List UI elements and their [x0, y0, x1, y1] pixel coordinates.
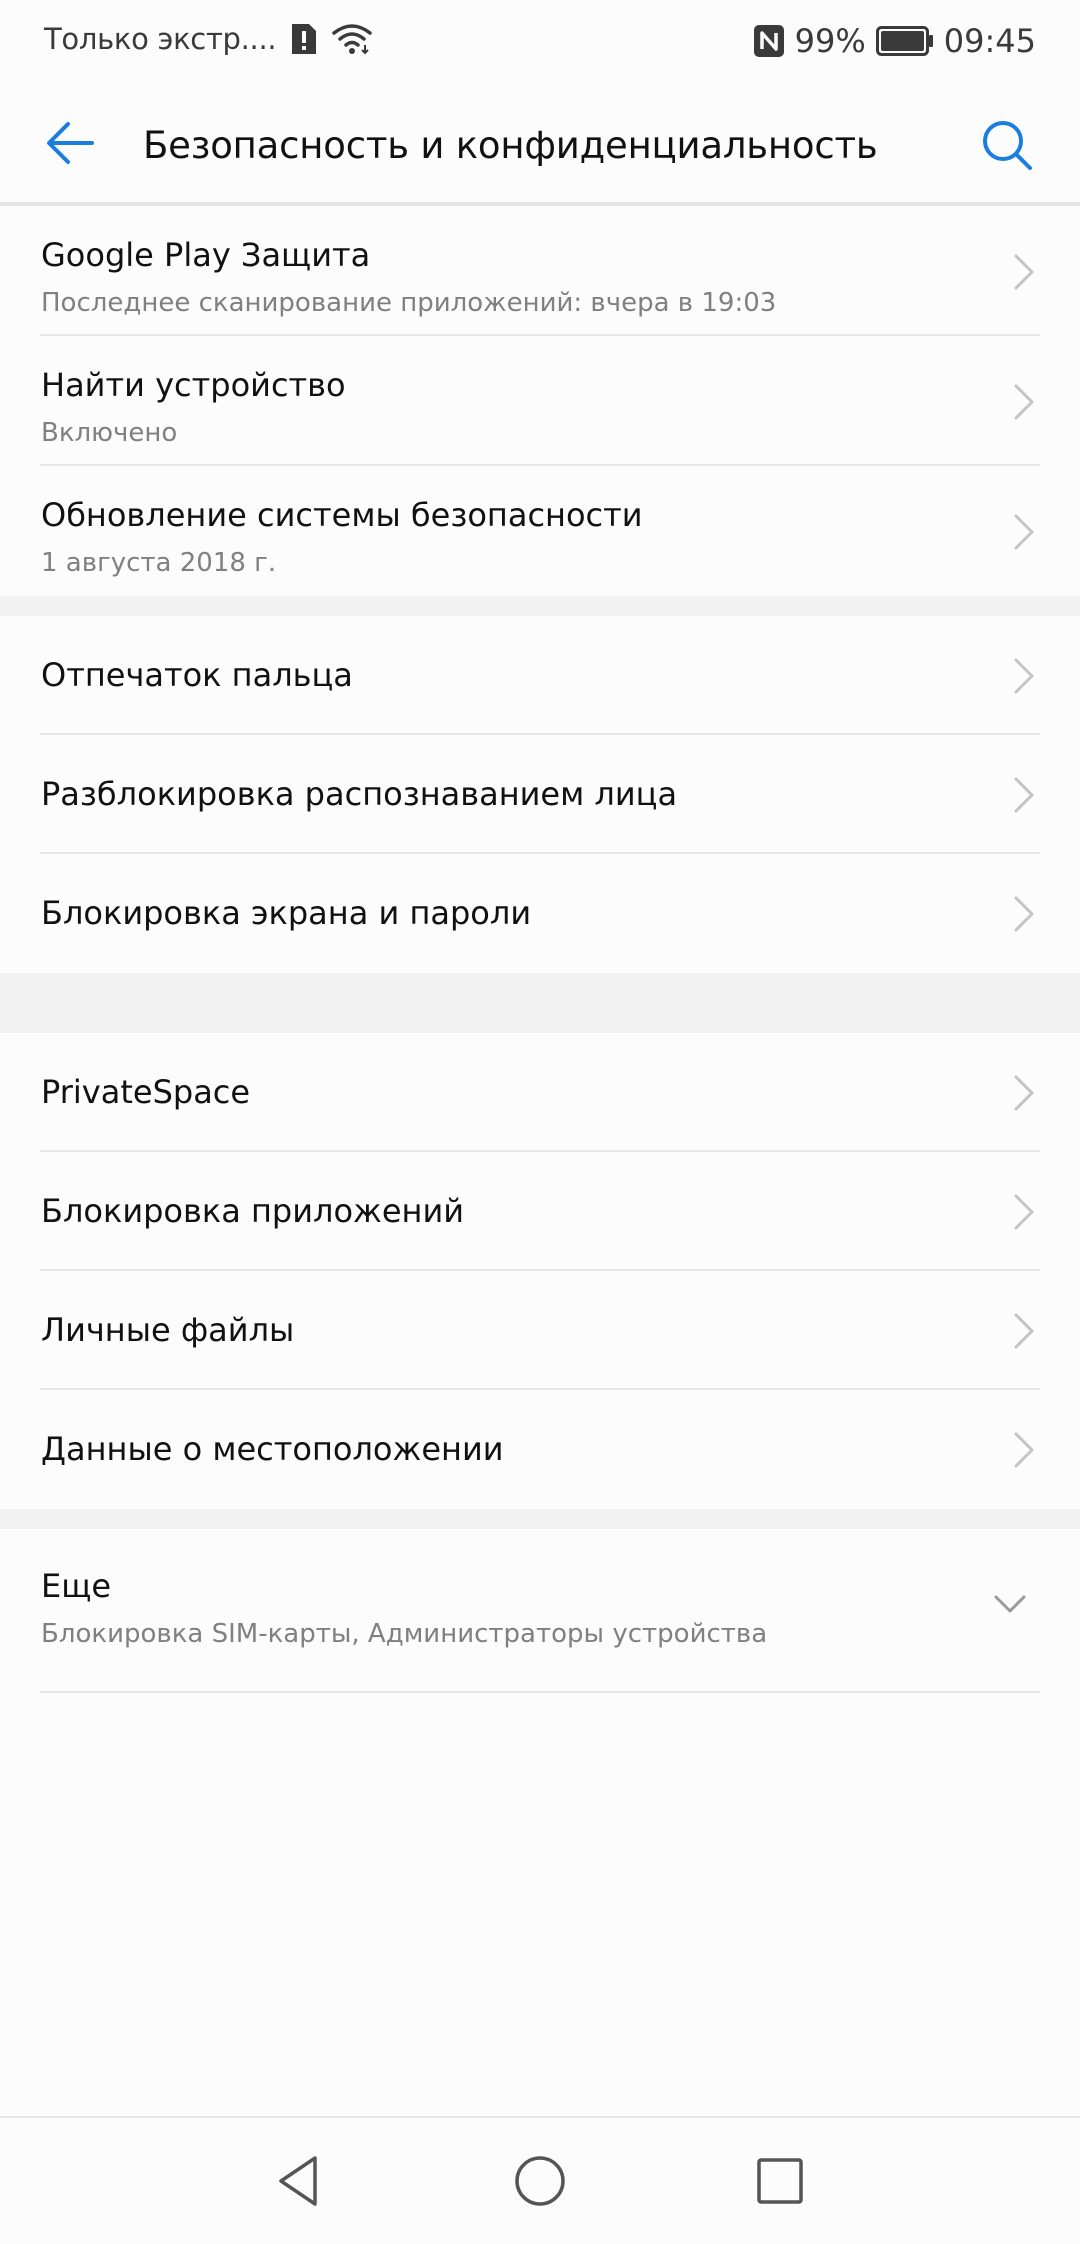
- search-icon: [983, 121, 1032, 170]
- triangle-back-icon: [279, 2156, 317, 2206]
- chevron-right-icon: [1014, 896, 1034, 932]
- nfc-icon: [753, 24, 785, 58]
- sim-alert-icon: [290, 22, 318, 56]
- item-title: Данные о местоположении: [41, 1430, 504, 1468]
- back-button[interactable]: [40, 110, 106, 176]
- list-item-find-device[interactable]: Найти устройство Включено: [0, 336, 1080, 466]
- divider: [40, 1691, 1040, 1693]
- chevron-right-icon: [1014, 254, 1034, 290]
- chevron-right-icon: [1014, 1432, 1034, 1468]
- search-button[interactable]: [974, 112, 1040, 178]
- clock: 09:45: [943, 22, 1036, 60]
- list-item-app-lock[interactable]: Блокировка приложений: [0, 1152, 1080, 1271]
- list-item-screen-lock[interactable]: Блокировка экрана и пароли: [0, 854, 1080, 973]
- item-subtitle: Включено: [41, 418, 178, 448]
- security-group: Google Play Защита Последнее сканировани…: [0, 206, 1080, 596]
- square-recent-icon: [757, 2158, 803, 2204]
- nav-back-button[interactable]: [265, 2146, 335, 2216]
- arrow-left-icon: [47, 122, 94, 164]
- wifi-icon: [332, 23, 373, 55]
- list-item-face-unlock[interactable]: Разблокировка распознаванием лица: [0, 735, 1080, 854]
- chevron-right-icon: [1014, 777, 1034, 813]
- app-bar: Безопасность и конфиденциальность: [0, 90, 1080, 204]
- section-gap: [0, 973, 1080, 1033]
- list-item-google-play-protect[interactable]: Google Play Защита Последнее сканировани…: [0, 206, 1080, 336]
- item-title: Отпечаток пальца: [41, 656, 353, 694]
- list-item-privatespace[interactable]: PrivateSpace: [0, 1033, 1080, 1152]
- list-item-security-update[interactable]: Обновление системы безопасности 1 август…: [0, 466, 1080, 596]
- item-subtitle: 1 августа 2018 г.: [41, 548, 277, 578]
- more-group: Еще Блокировка SIM-карты, Администраторы…: [0, 1529, 1080, 1693]
- item-subtitle: Последнее сканирование приложений: вчера…: [41, 288, 777, 318]
- chevron-right-icon: [1014, 1075, 1034, 1111]
- item-title: Разблокировка распознаванием лица: [41, 775, 678, 813]
- item-title: Google Play Защита: [41, 236, 371, 274]
- list-item-fingerprint[interactable]: Отпечаток пальца: [0, 616, 1080, 735]
- item-title: Личные файлы: [41, 1311, 295, 1349]
- status-bar: Только экстр.... 99% 09:45: [0, 0, 1080, 90]
- battery-percent: 99%: [794, 22, 866, 60]
- chevron-right-icon: [1014, 514, 1034, 550]
- navigation-bar: [0, 2118, 1080, 2244]
- item-title: Блокировка приложений: [41, 1192, 465, 1230]
- item-title: PrivateSpace: [41, 1073, 251, 1111]
- list-item-more[interactable]: Еще Блокировка SIM-карты, Администраторы…: [0, 1529, 1080, 1693]
- item-title: Блокировка экрана и пароли: [41, 894, 532, 932]
- nav-recent-button[interactable]: [745, 2146, 815, 2216]
- page-title: Безопасность и конфиденциальность: [143, 124, 878, 167]
- item-title: Найти устройство: [41, 366, 346, 404]
- item-title: Еще: [41, 1567, 112, 1605]
- chevron-right-icon: [1014, 384, 1034, 420]
- privacy-group: PrivateSpace Блокировка приложений Личны…: [0, 1033, 1080, 1509]
- chevron-right-icon: [1014, 658, 1034, 694]
- circle-home-icon: [515, 2156, 565, 2206]
- unlock-group: Отпечаток пальца Разблокировка распознав…: [0, 616, 1080, 973]
- item-title: Обновление системы безопасности: [41, 496, 643, 534]
- chevron-down-icon: [994, 1595, 1026, 1613]
- nav-home-button[interactable]: [505, 2146, 575, 2216]
- section-gap: [0, 1509, 1080, 1529]
- item-subtitle: Блокировка SIM-карты, Администраторы уст…: [41, 1619, 768, 1649]
- chevron-right-icon: [1014, 1313, 1034, 1349]
- battery-icon: [875, 26, 934, 56]
- chevron-right-icon: [1014, 1194, 1034, 1230]
- list-item-private-files[interactable]: Личные файлы: [0, 1271, 1080, 1390]
- section-gap: [0, 596, 1080, 616]
- carrier-label: Только экстр....: [44, 22, 277, 56]
- list-item-location[interactable]: Данные о местоположении: [0, 1390, 1080, 1509]
